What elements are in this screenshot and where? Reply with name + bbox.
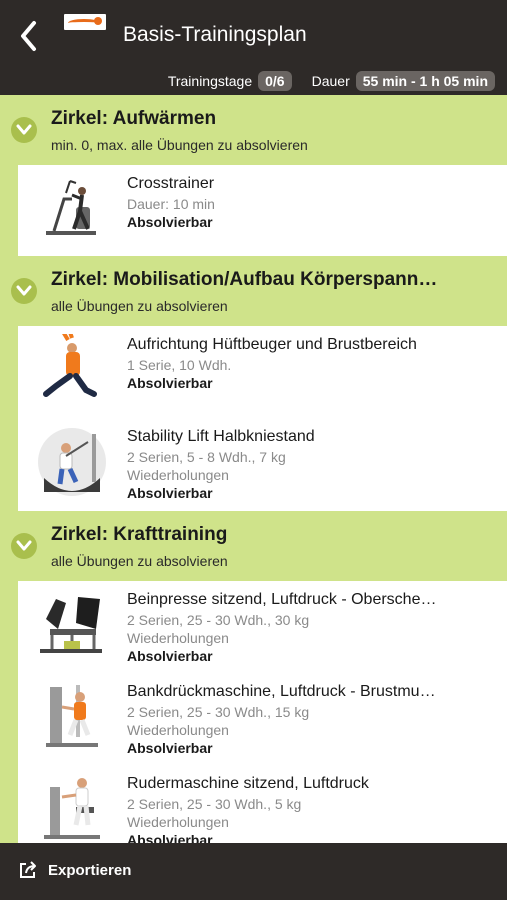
section-title: Zirkel: Krafttraining [51,524,228,545]
section-subtitle: min. 0, max. alle Übungen zu absolvieren [51,137,308,153]
section-header-strength[interactable]: Zirkel: Krafttraining alle Übungen zu ab… [0,511,507,581]
chevron-down-icon[interactable] [11,117,37,143]
exercise-status: Absolvierbar [127,375,213,391]
exercise-details: 2 Serien, 5 - 8 Wdh., 7 kg [127,449,286,465]
exercise-details: 2 Serien, 25 - 30 Wdh., 15 kg [127,704,310,720]
section-header-mobilisation[interactable]: Zirkel: Mobilisation/Aufbau Körperspann…… [0,256,507,326]
exercise-status: Absolvierbar [127,648,213,664]
leg-press-thumbnail [40,597,102,653]
plan-stats: Trainingstage 0/6 Dauer 55 min - 1 h 05 … [168,71,495,91]
exercise-details: 2 Serien, 25 - 30 Wdh., 30 kg [127,612,310,628]
stability-lift-thumbnail [38,428,106,496]
exercise-list: Crosstrainer Dauer: 10 min Absolvierbar [18,165,507,256]
exercise-details: 2 Serien, 25 - 30 Wdh., 5 kg [127,796,302,812]
exercise-name: Rudermaschine sitzend, Luftdruck [127,775,369,792]
exercise-details: Dauer: 10 min [127,196,215,212]
training-plan-list[interactable]: Zirkel: Aufwärmen min. 0, max. alle Übun… [0,95,507,843]
page-title: Basis-Trainingsplan [123,23,307,46]
export-button[interactable]: Exportieren [18,860,131,880]
chevron-left-icon [21,21,36,51]
section-header-warmup[interactable]: Zirkel: Aufwärmen min. 0, max. alle Übun… [0,95,507,165]
exercise-name: Bankdrückmaschine, Luftdruck - Brustmu… [127,683,436,700]
exercise-name: Aufrichtung Hüftbeuger und Brustbereich [127,336,417,353]
exercise-item[interactable]: Rudermaschine sitzend, Luftdruck 2 Serie… [18,765,507,843]
export-label: Exportieren [48,861,132,879]
exercise-name: Stability Lift Halbkniestand [127,428,315,445]
crosstrainer-thumbnail [46,180,96,235]
exercise-list: Aufrichtung Hüftbeuger und Brustbereich … [18,326,507,511]
exercise-name: Crosstrainer [127,175,215,192]
exercise-details-extra: Wiederholungen [127,722,229,738]
exercise-item[interactable]: Crosstrainer Dauer: 10 min Absolvierbar [18,165,507,256]
duration-label: Dauer [311,73,350,89]
chevron-down-icon[interactable] [11,533,37,559]
exercise-details: 1 Serie, 10 Wdh. [127,357,232,373]
back-button[interactable] [14,18,44,54]
exercise-item[interactable]: Bankdrückmaschine, Luftdruck - Brustmu… … [18,673,507,765]
section-title: Zirkel: Aufwärmen [51,108,217,129]
exercise-status: Absolvierbar [127,740,213,756]
section-title: Zirkel: Mobilisation/Aufbau Körperspann… [51,269,438,290]
exercise-details-extra: Wiederholungen [127,814,229,830]
exercise-status: Absolvierbar [127,214,213,230]
exercise-name: Beinpresse sitzend, Luftdruck - Obersche… [127,591,437,608]
training-days-badge: 0/6 [258,71,292,91]
exercise-details-extra: Wiederholungen [127,630,229,646]
exercise-list: Beinpresse sitzend, Luftdruck - Obersche… [18,581,507,843]
exercise-item[interactable]: Stability Lift Halbkniestand 2 Serien, 5… [18,418,507,511]
training-days-label: Trainingstage [167,73,253,89]
exercise-item[interactable]: Beinpresse sitzend, Luftdruck - Obersche… [18,581,507,673]
section-subtitle: alle Übungen zu absolvieren [51,553,228,569]
rowing-machine-thumbnail [44,778,100,839]
exercise-status: Absolvierbar [127,832,213,843]
share-export-icon [20,861,36,878]
chest-press-thumbnail [46,685,98,747]
exercise-item[interactable]: Aufrichtung Hüftbeuger und Brustbereich … [18,326,507,418]
bottom-toolbar: Exportieren [0,843,507,900]
exercise-status: Absolvierbar [127,485,213,501]
hip-flexor-stretch-thumbnail [43,334,97,397]
chevron-down-icon[interactable] [11,278,37,304]
exercise-details-extra: Wiederholungen [127,467,229,483]
brand-logo [64,14,106,30]
duration-badge: 55 min - 1 h 05 min [355,71,495,91]
section-subtitle: alle Übungen zu absolvieren [51,298,228,314]
app-header: Basis-Trainingsplan Trainingstage 0/6 Da… [0,0,507,95]
